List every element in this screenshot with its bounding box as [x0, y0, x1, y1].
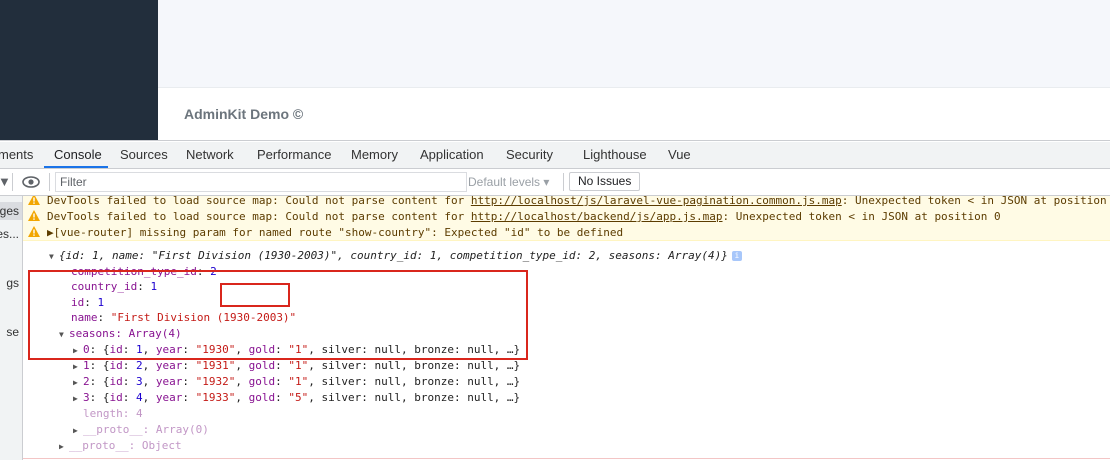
- app-footer: AdminKit Demo ©: [158, 87, 1110, 141]
- tab-vue[interactable]: Vue: [668, 147, 691, 162]
- season-gold: "5": [288, 391, 309, 404]
- proto-object: __proto__: Object: [69, 439, 182, 452]
- source-map-link[interactable]: http://localhost/backend/js/app.js.map: [471, 210, 723, 223]
- warning-icon: [28, 196, 40, 205]
- filter-input[interactable]: [55, 172, 467, 192]
- devtools-tabbar: ments Console Sources Network Performanc…: [0, 142, 1110, 169]
- tab-security[interactable]: Security: [506, 147, 553, 162]
- season-tail: silver: null, bronze: null, …}: [321, 375, 521, 388]
- season-gold: "1": [288, 359, 309, 372]
- array-proto-row[interactable]: ▶ __proto__: Array(0): [73, 423, 209, 436]
- length-label: length: 4: [83, 407, 143, 420]
- highlight-box-gold: [220, 283, 290, 307]
- eye-icon[interactable]: [20, 173, 42, 191]
- season-row[interactable]: ▶ 1: {id: 2, year: "1931", gold: "1", sil…: [73, 359, 520, 372]
- toolbar-divider: [12, 173, 13, 191]
- toolbar-divider: [563, 173, 564, 191]
- tab-elements[interactable]: ments: [0, 147, 33, 162]
- object-summary-row[interactable]: ▼ {id: 1, name: "First Division (1930-200…: [49, 249, 742, 262]
- season-row[interactable]: ▶ 3: {id: 4, year: "1933", gold: "5", sil…: [73, 391, 520, 404]
- warning-icon: [28, 226, 40, 237]
- proto-array: __proto__: Array(0): [83, 423, 209, 436]
- season-year: "1933": [195, 391, 236, 404]
- warning-text: DevTools failed to load source map: Coul…: [47, 196, 471, 207]
- sidebar-item-warnings[interactable]: gs: [6, 276, 19, 290]
- object-proto-row[interactable]: ▶ __proto__: Object: [59, 439, 182, 452]
- tab-lighthouse[interactable]: Lighthouse: [583, 147, 647, 162]
- expand-arrow-icon[interactable]: ▶: [73, 394, 83, 403]
- warning-text: : Unexpected token < in JSON at position…: [722, 210, 1001, 223]
- season-year: "1931": [195, 359, 236, 372]
- warning-text: DevTools failed to load source map: Coul…: [47, 210, 471, 223]
- sidebar-item-verbose[interactable]: se: [6, 325, 19, 339]
- season-id: 3: [136, 375, 143, 388]
- warning-text: ▶[vue-router] missing param for named ro…: [47, 226, 624, 239]
- season-tail: silver: null, bronze: null, …}: [321, 391, 521, 404]
- tab-application[interactable]: Application: [420, 147, 484, 162]
- expand-arrow-icon[interactable]: ▶: [73, 362, 83, 371]
- source-map-link[interactable]: http://localhost/js/laravel-vue-paginati…: [471, 196, 842, 207]
- footer-brand: AdminKit Demo ©: [184, 106, 304, 122]
- tab-performance[interactable]: Performance: [257, 147, 331, 162]
- season-index: 2: [83, 375, 90, 388]
- season-tail: silver: null, bronze: null, …}: [321, 359, 521, 372]
- console-warning[interactable]: ▶[vue-router] missing param for named ro…: [23, 224, 1110, 241]
- tab-network[interactable]: Network: [186, 147, 234, 162]
- info-icon[interactable]: i: [731, 251, 742, 261]
- sidebar-item-user-messages[interactable]: es...: [0, 227, 19, 241]
- default-levels-dropdown[interactable]: Default levels ▾: [468, 175, 549, 189]
- warning-text: : Unexpected token < in JSON at position: [841, 196, 1107, 207]
- season-year: "1932": [195, 375, 236, 388]
- expand-arrow-icon[interactable]: ▶: [73, 378, 83, 387]
- console-warning: DevTools failed to load source map: Coul…: [23, 208, 1110, 225]
- expand-arrow-icon[interactable]: ▼: [49, 252, 59, 261]
- no-issues-button[interactable]: No Issues: [569, 172, 641, 191]
- toolbar-divider: [49, 173, 50, 191]
- season-id: 4: [136, 391, 143, 404]
- sidebar-item-messages[interactable]: ges: [0, 204, 19, 218]
- console-sidebar: ges es... gs se: [0, 196, 23, 460]
- season-gold: "1": [288, 375, 309, 388]
- array-length: length: 4: [83, 407, 143, 420]
- season-index: 3: [83, 391, 90, 404]
- clear-console-icon[interactable]: ▼: [0, 174, 11, 189]
- warning-icon: [28, 210, 40, 221]
- tab-console[interactable]: Console: [54, 147, 102, 162]
- expand-arrow-icon[interactable]: ▶: [73, 426, 83, 435]
- console-toolbar: ▼ Default levels ▾ No Issues: [0, 169, 1110, 196]
- object-summary: {id: 1, name: "First Division (1930-2003…: [59, 249, 728, 262]
- app-sidebar: [0, 0, 158, 140]
- tab-sources[interactable]: Sources: [120, 147, 168, 162]
- season-row[interactable]: ▶ 2: {id: 3, year: "1932", gold: "1", sil…: [73, 375, 520, 388]
- season-id: 2: [136, 359, 143, 372]
- expand-arrow-icon[interactable]: ▶: [59, 442, 69, 451]
- season-index: 1: [83, 359, 90, 372]
- tab-memory[interactable]: Memory: [351, 147, 398, 162]
- active-tab-indicator: [44, 166, 108, 168]
